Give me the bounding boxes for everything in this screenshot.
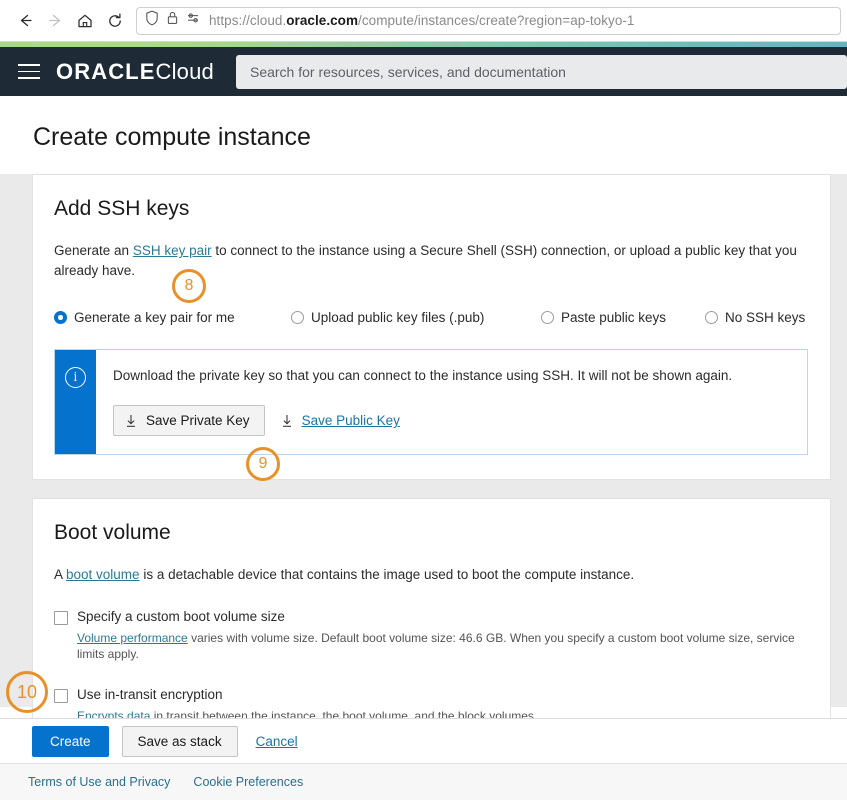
padlock-icon[interactable] — [166, 10, 179, 31]
form-scroll-region[interactable]: Add SSH keys Generate an SSH key pair to… — [0, 174, 847, 751]
save-public-key-link[interactable]: Save Public Key — [281, 413, 400, 428]
in-transit-encryption-label[interactable]: Use in-transit encryption — [77, 687, 537, 702]
brand-cloud: Cloud — [155, 58, 214, 84]
ssh-key-options: Generate a key pair for me Upload public… — [54, 310, 809, 325]
download-icon — [281, 414, 293, 428]
banner-body: Download the private key so that you can… — [96, 350, 807, 454]
info-icon: i — [65, 367, 86, 389]
ssh-desc-before: Generate an — [54, 243, 133, 258]
radio-indicator — [291, 311, 304, 325]
radio-label: No SSH keys — [725, 310, 806, 326]
save-private-key-button[interactable]: Save Private Key — [113, 405, 265, 437]
banner-text: Download the private key so that you can… — [113, 368, 733, 384]
ssh-keys-title: Add SSH keys — [54, 197, 190, 220]
radio-no-ssh-keys[interactable]: No SSH keys — [705, 310, 805, 325]
brand-oracle: ORACLE — [56, 58, 156, 84]
banner-accent-stripe: i — [55, 350, 96, 455]
permissions-icon[interactable] — [186, 11, 202, 30]
save-as-stack-button[interactable]: Save as stack — [121, 725, 238, 757]
ssh-key-pair-link[interactable]: SSH key pair — [133, 243, 212, 258]
ssh-keys-description: Generate an SSH key pair to connect to t… — [54, 241, 804, 280]
cancel-link[interactable]: Cancel — [256, 734, 298, 749]
radio-indicator — [705, 311, 718, 325]
page-title: Create compute instance — [0, 96, 847, 174]
oracle-top-nav: ORACLECloud — [0, 47, 847, 96]
bv-desc-after: is a detachable device that contains the… — [139, 567, 635, 583]
hamburger-menu-icon[interactable] — [12, 55, 46, 89]
back-arrow-icon — [17, 12, 34, 29]
search-input[interactable] — [247, 62, 835, 81]
custom-boot-volume-size-checkbox[interactable] — [54, 610, 68, 625]
custom-boot-volume-size-help: Volume performance varies with volume si… — [77, 630, 809, 664]
browser-toolbar: https://cloud.oracle.com/compute/instanc… — [0, 0, 847, 42]
ssh-keys-card: Add SSH keys Generate an SSH key pair to… — [32, 174, 831, 481]
page-footer: Terms of Use and Privacy Cookie Preferen… — [0, 763, 847, 800]
form-action-bar: Create Save as stack Cancel — [0, 718, 847, 763]
radio-indicator — [541, 311, 554, 325]
download-icon — [125, 414, 137, 428]
home-icon — [76, 12, 94, 30]
radio-indicator — [54, 311, 67, 325]
reload-icon — [106, 12, 124, 30]
url-scheme: https://cloud. — [209, 13, 287, 28]
radio-upload-public-key-files[interactable]: Upload public key files (.pub) — [291, 310, 541, 325]
in-transit-encryption-checkbox[interactable] — [54, 689, 68, 704]
boot-volume-link[interactable]: boot volume — [66, 567, 140, 582]
banner-actions: Save Private Key Save Public Key — [113, 405, 791, 437]
global-search[interactable] — [235, 54, 847, 89]
boot-volume-description: A boot volume is a detachable device tha… — [54, 565, 804, 585]
bv-desc-before: A — [54, 567, 67, 583]
forward-arrow-icon — [47, 12, 64, 29]
save-private-key-label: Save Private Key — [146, 413, 250, 429]
create-button[interactable]: Create — [32, 725, 109, 757]
volume-performance-link[interactable]: Volume performance — [77, 631, 188, 645]
reload-button[interactable] — [100, 6, 130, 36]
url-bar[interactable]: https://cloud.oracle.com/compute/instanc… — [136, 6, 841, 35]
private-key-info-banner: i Download the private key so that you c… — [54, 349, 808, 456]
save-public-key-label[interactable]: Save Public Key — [302, 413, 400, 428]
boot-volume-title: Boot volume — [54, 521, 171, 545]
url-text[interactable]: https://cloud.oracle.com/compute/instanc… — [209, 13, 634, 28]
radio-generate-key-pair[interactable]: Generate a key pair for me — [54, 310, 291, 325]
oracle-cloud-logo[interactable]: ORACLECloud — [56, 59, 214, 85]
terms-of-use-link[interactable]: Terms of Use and Privacy — [28, 775, 170, 789]
cookie-preferences-link[interactable]: Cookie Preferences — [193, 775, 303, 789]
boot-volume-card: Boot volume A boot volume is a detachabl… — [32, 498, 831, 751]
custom-boot-volume-size-label[interactable]: Specify a custom boot volume size — [77, 609, 809, 624]
url-host: oracle.com — [286, 13, 359, 28]
radio-label: Paste public keys — [561, 310, 667, 326]
radio-label: Upload public key files (.pub) — [311, 310, 485, 326]
shield-icon[interactable] — [145, 10, 159, 31]
forward-button[interactable] — [40, 6, 70, 36]
custom-boot-volume-size-row: Specify a custom boot volume size Volume… — [54, 609, 809, 664]
home-button[interactable] — [70, 6, 100, 36]
page-content: Create compute instance Add SSH keys Gen… — [0, 96, 847, 800]
url-path: /compute/instances/create?region=ap-toky… — [358, 13, 635, 28]
back-button[interactable] — [10, 6, 40, 36]
radio-label: Generate a key pair for me — [74, 310, 235, 326]
radio-paste-public-keys[interactable]: Paste public keys — [541, 310, 705, 325]
